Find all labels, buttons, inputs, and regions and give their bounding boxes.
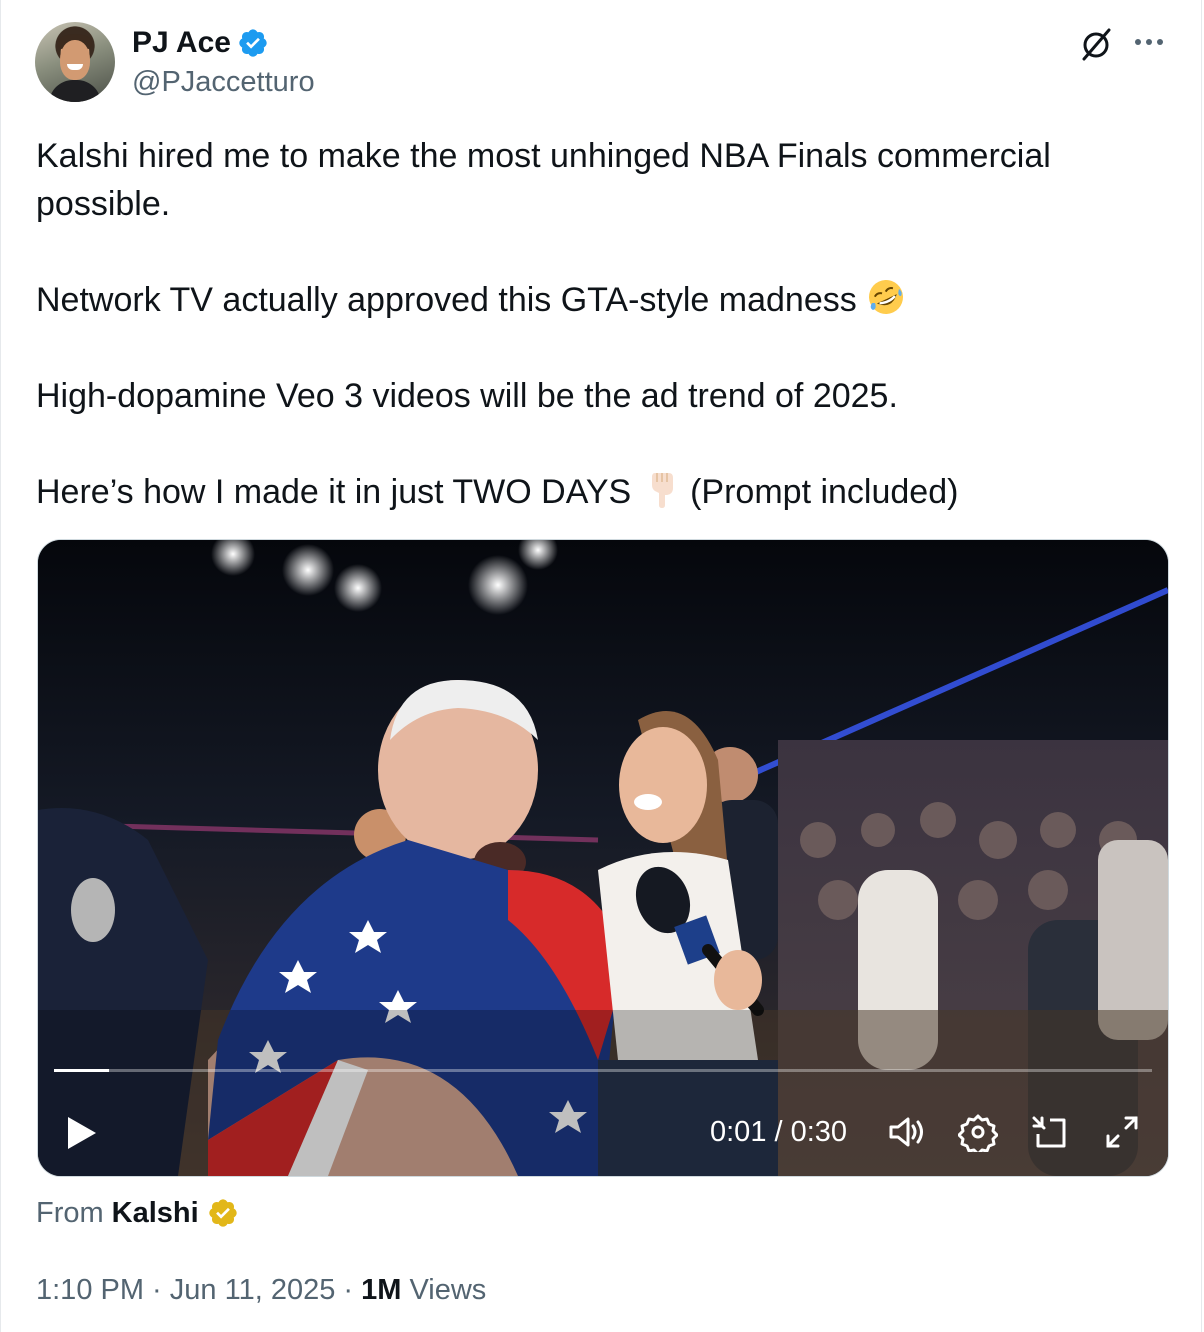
meta-separator-1: · xyxy=(144,1274,170,1306)
gold-verified-badge-icon xyxy=(209,1199,237,1227)
video-progress-fill xyxy=(54,1069,109,1072)
more-options-icon[interactable] xyxy=(1129,24,1169,60)
tweet-meta: 1:10 PM · Jun 11, 2025 · 1M Views xyxy=(36,1272,486,1308)
tweet-paragraph-2: Network TV actually approved this GTA-st… xyxy=(36,276,1166,324)
video-player[interactable]: 0:01 / 0:30 xyxy=(37,539,1169,1177)
tweet-date[interactable]: Jun 11, 2025 xyxy=(170,1272,336,1308)
verified-badge-icon xyxy=(239,29,267,57)
backhand-index-pointing-down-emoji-icon xyxy=(651,473,673,508)
author-display-name[interactable]: PJ Ace xyxy=(132,25,231,61)
tweet-paragraph-4-suffix: (Prompt included) xyxy=(680,473,959,511)
views-count: 1M xyxy=(361,1274,402,1306)
grok-icon[interactable] xyxy=(1076,24,1116,64)
picture-in-picture-icon[interactable] xyxy=(1030,1112,1070,1152)
from-account-name[interactable]: Kalshi xyxy=(112,1195,199,1231)
from-attribution: From Kalshi xyxy=(36,1195,239,1231)
fullscreen-icon[interactable] xyxy=(1102,1112,1142,1152)
from-prefix: From xyxy=(36,1197,104,1229)
meta-separator-2: · xyxy=(335,1274,362,1306)
tweet-text: Kalshi hired me to make the most unhinge… xyxy=(36,132,1166,516)
tweet-time[interactable]: 1:10 PM xyxy=(36,1272,144,1308)
video-time-display: 0:01 / 0:30 xyxy=(710,1116,848,1148)
rolling-on-floor-laughing-emoji-icon xyxy=(869,280,904,314)
tweet-paragraph-1: Kalshi hired me to make the most unhinge… xyxy=(36,137,1051,223)
tweet-card: PJ Ace @PJaccetturo Kalshi hired me to m… xyxy=(0,0,1202,1332)
tweet-paragraph-2-text: Network TV actually approved this GTA-st… xyxy=(36,281,857,319)
tweet-paragraph-4: Here’s how I made it in just TWO DAYS (P… xyxy=(36,468,1166,516)
author-handle[interactable]: @PJaccetturo xyxy=(132,64,315,100)
video-frame-image xyxy=(38,540,1168,1176)
play-icon[interactable] xyxy=(64,1113,100,1153)
settings-icon[interactable] xyxy=(958,1112,998,1152)
video-progress-bar[interactable] xyxy=(54,1069,1152,1072)
tweet-paragraph-3: High-dopamine Veo 3 videos will be the a… xyxy=(36,377,898,415)
author-name-row[interactable]: PJ Ace xyxy=(132,25,269,61)
views-label: Views xyxy=(401,1274,487,1306)
tweet-paragraph-4-text: Here’s how I made it in just TWO DAYS xyxy=(36,473,632,511)
volume-icon[interactable] xyxy=(886,1112,926,1152)
avatar[interactable] xyxy=(35,22,115,102)
